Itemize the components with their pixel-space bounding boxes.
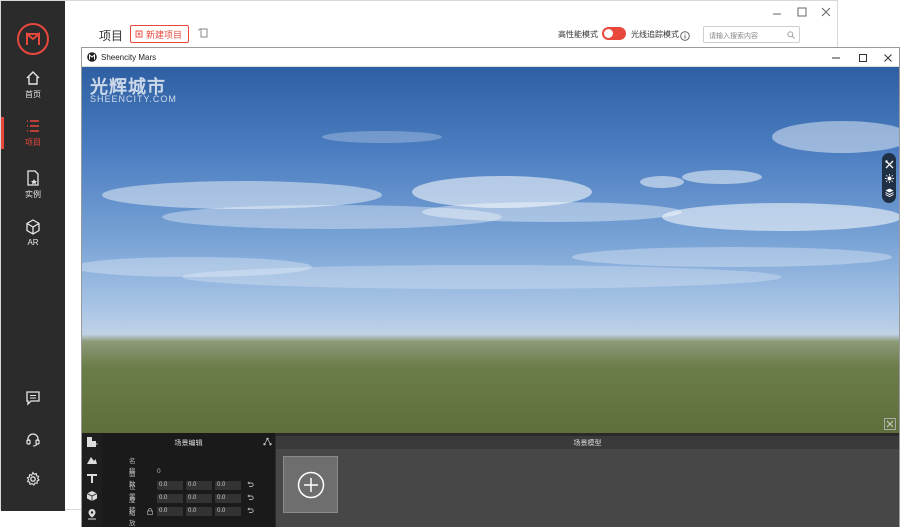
faces-value: 0 [157,468,161,475]
close-icon [884,53,892,62]
terrain-icon[interactable] [86,454,98,466]
search-icon [787,31,795,39]
sidebar-item-label: 首页 [25,90,41,99]
mars-minimize-button[interactable] [827,49,845,66]
headset-icon [26,433,40,447]
mars-window: Sheencity Mars 光辉城市 SHEENCITY.COM 场景编辑 名… [81,47,900,527]
refresh-icon[interactable] [197,26,211,45]
sky-clouds [82,121,899,289]
tools-icon[interactable] [884,159,894,169]
sidebar-item-projects[interactable]: 项目 [1,111,65,155]
app-logo [17,23,49,55]
reset-icon[interactable] [246,481,254,489]
ray-trace-label: 光线追踪模式 [631,30,679,39]
sidebar: 首页 项目 实例 AR [1,1,65,511]
box-icon[interactable] [86,490,98,502]
home-icon [26,71,40,85]
bg-maximize-button[interactable] [794,4,810,20]
add-model-button[interactable] [283,456,338,513]
rotation-z-field[interactable]: 0.0 [215,494,241,503]
tool-column [82,433,102,527]
bottom-panel: 场景编辑 名称 面数 0 位置 0.0 0.0 0.0 旋转 0.0 0.0 0… [82,433,899,527]
scale-z-field[interactable]: 0.0 [215,507,241,516]
layers-icon[interactable] [884,188,894,197]
scale-x-field[interactable]: 0.0 [157,507,183,516]
cube-icon [26,219,40,235]
mars-close-button[interactable] [879,49,897,66]
app-logo-icon [87,52,97,62]
viewport-toolbar [882,153,896,203]
rotation-x-field[interactable]: 0.0 [157,494,183,503]
bg-minimize-button[interactable] [769,4,785,20]
info-icon[interactable] [680,28,690,46]
sun-icon[interactable] [884,173,894,183]
position-y-field[interactable]: 0.0 [186,481,212,490]
message-icon [26,391,40,406]
rotation-y-field[interactable]: 0.0 [186,494,212,503]
reset-icon[interactable] [246,494,254,502]
maximize-icon [859,53,867,62]
settings-button[interactable] [1,464,65,494]
bg-close-button[interactable] [818,4,834,20]
document-star-icon [27,170,39,186]
3d-viewport[interactable]: 光辉城市 SHEENCITY.COM [82,67,899,433]
share-icon[interactable] [263,437,272,446]
mars-window-title: Sheencity Mars [101,53,157,62]
messages-button[interactable] [1,383,65,413]
scale-label: 缩放 [129,510,136,527]
reset-icon[interactable] [246,507,254,515]
maximize-icon [797,7,807,17]
scene-models-panel: 场景模型 [276,436,899,527]
new-project-icon [135,30,143,38]
viewport-close-button[interactable] [884,418,896,430]
minimize-icon [773,13,781,15]
gear-icon [26,471,40,486]
mars-titlebar[interactable]: Sheencity Mars [82,48,899,67]
scene-models-title: 场景模型 [276,436,899,449]
sidebar-item-ar[interactable]: AR [1,211,65,255]
building-icon[interactable] [86,436,98,448]
road-sign-icon[interactable] [86,472,98,484]
page-title: 项目 [99,29,124,43]
search-input[interactable]: 请输入搜索内容 [703,26,800,43]
scale-y-field[interactable]: 0.0 [186,507,212,516]
plus-circle-icon [297,471,324,498]
perf-mode-toggle[interactable] [602,27,626,40]
search-placeholder: 请输入搜索内容 [709,33,758,40]
sidebar-item-label: 实例 [25,190,41,199]
minimize-icon [832,57,840,58]
sidebar-item-home[interactable]: 首页 [1,63,65,107]
watermark-brand-en: SHEENCITY.COM [90,94,177,104]
perf-mode-label: 高性能模式 [558,30,598,39]
list-icon [27,120,39,132]
lock-icon[interactable] [147,508,153,515]
sidebar-item-label: AR [27,238,39,247]
position-z-field[interactable]: 0.0 [215,481,241,490]
support-button[interactable] [1,424,65,454]
scene-editor-title: 场景编辑 [174,440,203,447]
sidebar-item-examples[interactable]: 实例 [1,163,65,207]
new-project-button[interactable]: 新建项目 [130,25,190,43]
new-project-label: 新建项目 [146,29,183,40]
position-x-field[interactable]: 0.0 [157,481,183,490]
location-pin-icon[interactable] [86,508,98,520]
scene-editor-panel: 场景编辑 名称 面数 0 位置 0.0 0.0 0.0 旋转 0.0 0.0 0… [102,433,275,527]
close-icon [886,420,894,428]
close-icon [821,7,831,17]
mars-maximize-button[interactable] [854,49,872,66]
sidebar-item-label: 项目 [25,138,41,147]
